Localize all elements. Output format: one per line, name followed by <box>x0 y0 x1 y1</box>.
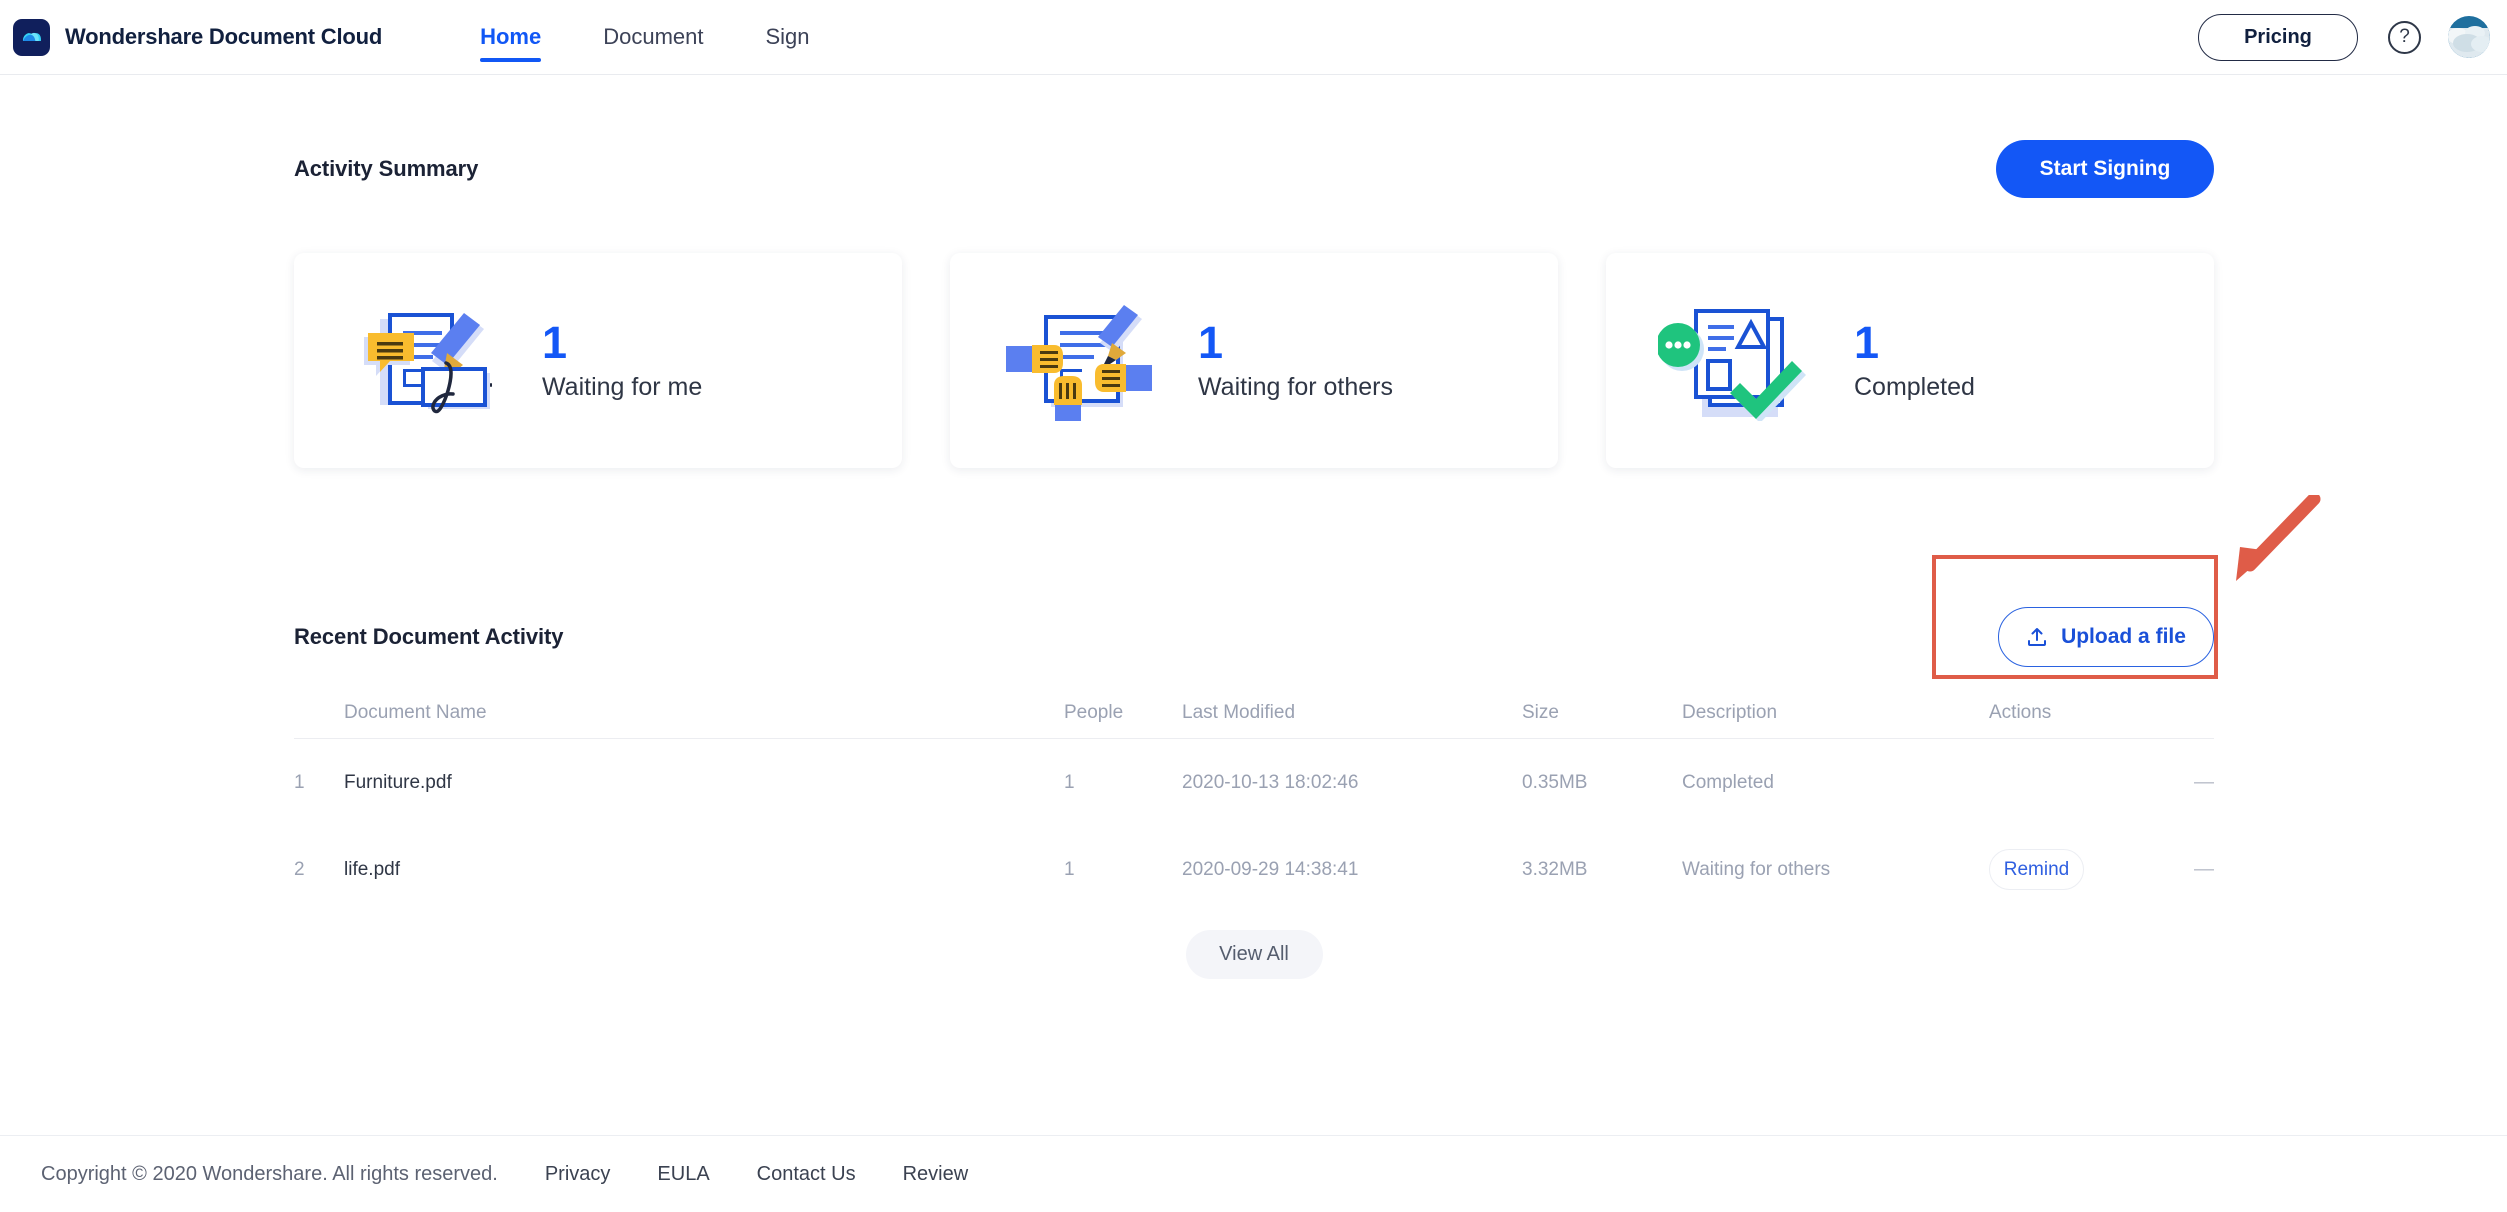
page-footer: Copyright © 2020 Wondershare. All rights… <box>0 1135 2507 1212</box>
pricing-button-label: Pricing <box>2244 26 2312 49</box>
activity-card-label: Completed <box>1854 373 1975 402</box>
row-last-modified: 2020-10-13 18:02:46 <box>1182 772 1522 794</box>
brand: Wondershare Document Cloud <box>13 19 382 56</box>
nav-item-document-label: Document <box>603 24 703 50</box>
activity-summary-header: Activity Summary Start Signing <box>294 140 2214 198</box>
table-header-row: Document Name People Last Modified Size … <box>294 687 2214 739</box>
recent-activity-header: Recent Document Activity Upload a file <box>294 607 2214 667</box>
page-title: Activity Summary <box>294 156 478 182</box>
recent-documents-table: Document Name People Last Modified Size … <box>294 687 2214 913</box>
remind-button-label: Remind <box>2004 859 2069 881</box>
activity-card-count: 1 <box>1198 319 1393 366</box>
recent-activity-title: Recent Document Activity <box>294 624 563 650</box>
upload-icon <box>2026 626 2048 648</box>
table-row[interactable]: 2 life.pdf 1 2020-09-29 14:38:41 3.32MB … <box>294 826 2214 913</box>
activity-card-text: 1 Completed <box>1854 319 1975 401</box>
activity-card-completed[interactable]: 1 Completed <box>1606 253 2214 468</box>
user-avatar-icon[interactable] <box>2448 16 2490 58</box>
activity-card-text: 1 Waiting for me <box>542 319 702 401</box>
remind-button[interactable]: Remind <box>1989 849 2084 890</box>
row-more-dash[interactable]: — <box>2152 858 2214 881</box>
pricing-button[interactable]: Pricing <box>2198 14 2358 61</box>
header-actions: Pricing ? <box>2198 14 2490 61</box>
activity-card-text: 1 Waiting for others <box>1198 319 1393 401</box>
question-mark-icon[interactable]: ? <box>2388 21 2421 54</box>
row-more-dash[interactable]: — <box>2152 771 2214 794</box>
table-header-description: Description <box>1682 702 1989 724</box>
page-body: Activity Summary Start Signing <box>0 75 2507 1135</box>
footer-link-privacy[interactable]: Privacy <box>545 1163 611 1186</box>
start-signing-label: Start Signing <box>2040 157 2171 181</box>
document-pen-signature-icon <box>346 301 514 421</box>
wondershare-cloud-logo-icon <box>13 19 50 56</box>
row-size: 3.32MB <box>1522 859 1682 881</box>
upload-a-file-button[interactable]: Upload a file <box>1998 607 2214 667</box>
brand-name: Wondershare Document Cloud <box>65 24 382 50</box>
document-hands-icon <box>1002 301 1170 421</box>
activity-card-count: 1 <box>1854 319 1975 366</box>
table-header-size: Size <box>1522 702 1682 724</box>
view-all-button[interactable]: View All <box>1186 930 1323 979</box>
row-index: 2 <box>294 859 344 881</box>
copyright-text: Copyright © 2020 Wondershare. All rights… <box>41 1163 498 1186</box>
table-header-document-name: Document Name <box>344 702 1064 724</box>
row-people: 1 <box>1064 772 1182 794</box>
activity-cards: 1 Waiting for me <box>294 253 2214 468</box>
footer-link-eula[interactable]: EULA <box>657 1163 709 1186</box>
row-people: 1 <box>1064 859 1182 881</box>
row-document-name[interactable]: Furniture.pdf <box>344 772 1064 794</box>
row-action: Remind <box>1989 849 2152 890</box>
nav-item-home-label: Home <box>480 24 541 50</box>
main-nav: Home Document Sign <box>480 0 871 75</box>
row-description: Waiting for others <box>1682 859 1989 881</box>
red-arrow-icon <box>2222 495 2322 591</box>
top-header: Wondershare Document Cloud Home Document… <box>0 0 2507 75</box>
table-header-actions: Actions <box>1989 702 2152 724</box>
row-last-modified: 2020-09-29 14:38:41 <box>1182 859 1522 881</box>
documents-checkmark-icon <box>1658 301 1826 421</box>
activity-card-count: 1 <box>542 319 702 366</box>
view-all-label: View All <box>1219 943 1289 966</box>
upload-area: Upload a file <box>1998 607 2214 667</box>
table-header-people: People <box>1064 702 1182 724</box>
row-size: 0.35MB <box>1522 772 1682 794</box>
footer-link-contact-us[interactable]: Contact Us <box>757 1163 856 1186</box>
start-signing-button[interactable]: Start Signing <box>1996 140 2214 198</box>
activity-card-label: Waiting for me <box>542 373 702 402</box>
nav-item-sign-label: Sign <box>766 24 810 50</box>
activity-card-waiting-for-others[interactable]: 1 Waiting for others <box>950 253 1558 468</box>
activity-card-label: Waiting for others <box>1198 373 1393 402</box>
table-row[interactable]: 1 Furniture.pdf 1 2020-10-13 18:02:46 0.… <box>294 739 2214 826</box>
footer-link-review[interactable]: Review <box>903 1163 969 1186</box>
row-index: 1 <box>294 772 344 794</box>
row-document-name[interactable]: life.pdf <box>344 859 1064 881</box>
row-description: Completed <box>1682 772 1989 794</box>
table-header-last-modified: Last Modified <box>1182 702 1522 724</box>
nav-item-home[interactable]: Home <box>480 0 541 75</box>
activity-card-waiting-for-me[interactable]: 1 Waiting for me <box>294 253 902 468</box>
upload-a-file-label: Upload a file <box>2061 625 2186 649</box>
help-glyph: ? <box>2399 26 2410 48</box>
nav-item-document[interactable]: Document <box>603 0 703 75</box>
nav-item-sign[interactable]: Sign <box>766 0 810 75</box>
view-all-area: View All <box>294 930 2214 979</box>
